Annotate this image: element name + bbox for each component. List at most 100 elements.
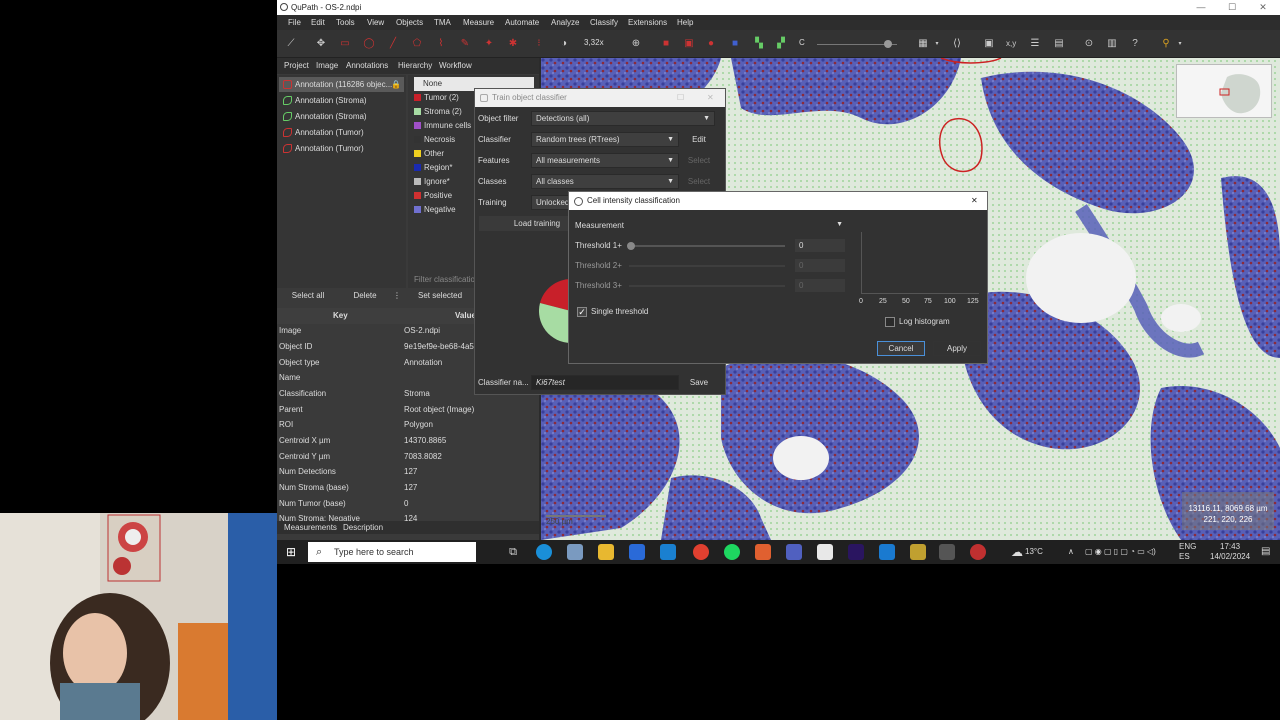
select-classes-button[interactable]: Select [683,174,715,189]
menu-classify[interactable]: Classify [590,15,618,30]
tab-image[interactable]: Image [316,58,338,74]
menu-tma[interactable]: TMA [434,15,451,30]
opacity-slider-knob[interactable] [884,40,892,48]
weather-temp[interactable]: 13°C [1025,540,1043,564]
menu-tools[interactable]: Tools [336,15,355,30]
measurement-select[interactable]: ▼ [627,218,847,233]
apply-button[interactable]: Apply [933,341,981,356]
maximize-button[interactable]: ☐ [1217,0,1247,15]
menu-objects[interactable]: Objects [396,15,423,30]
set-selected-button[interactable]: Set selected [408,288,472,304]
wand-tool-icon[interactable]: ✦ [483,38,495,50]
annotation-item[interactable]: Annotation (Tumor) [279,125,404,140]
training-select[interactable]: Unlocked [531,195,571,210]
edit-classifier-button[interactable]: Edit [683,132,715,147]
chevron-down-icon[interactable]: ▾ [931,38,943,50]
fill-detections-icon[interactable]: ■ [729,38,741,50]
overview-icon[interactable]: ▣ [983,38,995,50]
recording-icon[interactable] [970,544,986,560]
ellipse-tool-icon[interactable]: ◯ [363,38,375,50]
edge-icon[interactable] [536,544,552,560]
store-icon[interactable] [629,544,645,560]
tab-workflow[interactable]: Workflow [439,58,472,74]
help-icon[interactable]: ? [1129,38,1141,50]
overview-thumbnail[interactable] [1176,64,1272,118]
maximize-icon[interactable]: ☐ [677,89,684,107]
task-view-icon[interactable]: ⧉ [505,544,521,560]
chevron-up-icon[interactable]: ∧ [1068,540,1074,564]
move-icon[interactable]: ✥ [315,38,327,50]
threshold-1-slider[interactable] [629,245,785,247]
mail-icon[interactable] [660,544,676,560]
premiere-icon[interactable] [848,544,864,560]
threshold-2-slider[interactable] [629,265,785,267]
annotation-more-button[interactable]: ⋮ [391,288,403,304]
show-detections-icon[interactable]: ● [705,38,717,50]
delete-button[interactable]: Delete [339,288,391,304]
classifier-name-input[interactable]: Ki67test [531,375,679,390]
taskbar-search-input[interactable]: ⌕ Type here to search [308,542,476,562]
spotify-icon[interactable] [724,544,740,560]
minimize-button[interactable]: — [1186,0,1216,15]
snipping-tool-icon[interactable] [567,544,583,560]
select-features-button[interactable]: Select [683,153,715,168]
threshold-1-knob[interactable] [627,242,635,250]
chevron-down-icon[interactable]: ▾ [1174,38,1186,50]
close-icon[interactable]: ✕ [707,89,714,107]
rectangle-tool-icon[interactable]: ▭ [339,38,351,50]
qupath-taskbar-icon[interactable] [939,544,955,560]
tab-hierarchy[interactable]: Hierarchy [398,58,432,74]
features-select[interactable]: All measurements ▼ [531,153,679,168]
table-icon[interactable]: ▥ [1106,38,1118,50]
menu-view[interactable]: View [367,15,384,30]
menu-extensions[interactable]: Extensions [628,15,667,30]
show-annotations-icon[interactable]: ■ [660,38,672,50]
notification-icon[interactable]: ▤ [1261,540,1270,564]
xy-label[interactable]: x,y [1006,39,1016,48]
ruler-icon[interactable]: ⟋ [285,38,297,50]
close-icon[interactable]: ✕ [971,192,978,210]
brightness-contrast-icon[interactable]: ◑ [558,38,570,50]
key-column-header[interactable]: Key [333,308,348,324]
windows-start-icon[interactable]: ⊞ [286,545,296,559]
notes-icon[interactable] [817,544,833,560]
script-editor-icon[interactable]: ⟨⟩ [951,38,963,50]
tab-measurements[interactable]: Measurements [284,521,337,534]
menu-measure[interactable]: Measure [463,15,494,30]
annotation-item[interactable]: Annotation (116286 objec... 🔒 [279,77,404,92]
log-histogram-checkbox[interactable] [885,317,895,327]
show-connections-icon[interactable]: ▚ [753,38,765,50]
scalebar-icon[interactable]: ☰ [1029,38,1041,50]
pixel-classification-icon[interactable]: ▞ [775,38,787,50]
grid-icon[interactable]: ▦ [917,38,929,50]
menu-automate[interactable]: Automate [505,15,539,30]
menu-file[interactable]: File [288,15,301,30]
app-icon[interactable] [910,544,926,560]
zoom-to-fit-icon[interactable]: ⊕ [630,38,642,50]
measure-icon[interactable]: ⊙ [1083,38,1095,50]
teams-icon[interactable] [786,544,802,560]
menu-analyze[interactable]: Analyze [551,15,579,30]
tab-description[interactable]: Description [343,521,383,534]
threshold-3-input[interactable]: 0 [795,279,845,292]
file-explorer-icon[interactable] [598,544,614,560]
vscode-icon[interactable] [879,544,895,560]
annotation-item[interactable]: Annotation (Stroma) [279,93,404,108]
points-tool-icon[interactable]: ✱ [507,38,519,50]
chrome-icon[interactable] [693,544,709,560]
annotation-item[interactable]: Annotation (Tumor) [279,141,404,156]
line-tool-icon[interactable]: ╱ [387,38,399,50]
language-indicator[interactable]: ENG ES [1179,542,1196,562]
single-threshold-checkbox[interactable]: ✓ [577,307,587,317]
menu-edit[interactable]: Edit [311,15,325,30]
value-column-header[interactable]: Value [455,308,476,324]
app-icon[interactable] [755,544,771,560]
threshold-3-slider[interactable] [629,285,785,287]
polygon-tool-icon[interactable]: ⬠ [411,38,423,50]
threshold-1-input[interactable]: 0 [795,239,845,252]
classifier-select[interactable]: Random trees (RTrees) ▼ [531,132,679,147]
classes-select[interactable]: All classes ▼ [531,174,679,189]
clock[interactable]: 17:43 14/02/2024 [1210,542,1250,562]
tab-annotations[interactable]: Annotations [346,58,388,74]
tab-project[interactable]: Project [284,58,309,74]
